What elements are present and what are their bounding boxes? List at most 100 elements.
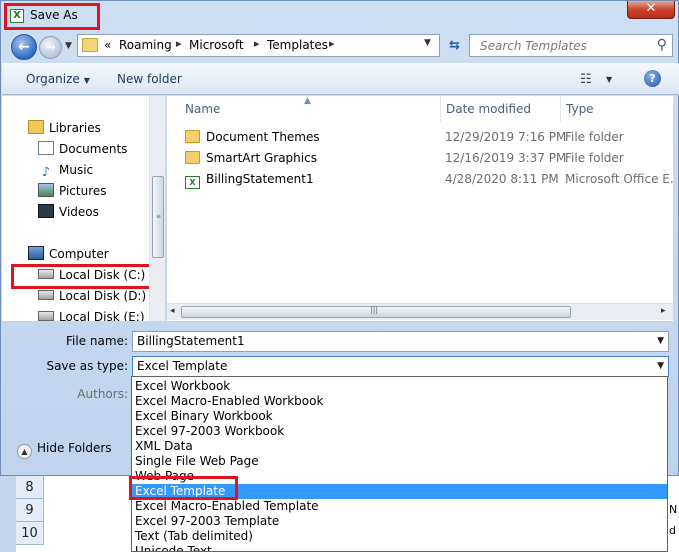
- close-button[interactable]: ✕: [627, 1, 675, 19]
- column-header-name[interactable]: Name: [185, 96, 220, 122]
- save-type-option[interactable]: Excel Binary Workbook: [132, 409, 667, 424]
- nav-item-videos[interactable]: Videos: [38, 202, 99, 222]
- file-row[interactable]: X BillingStatement1 4/28/2020 8:11 PM Mic…: [167, 169, 673, 190]
- chevron-down-icon[interactable]: ▼: [657, 332, 664, 351]
- refresh-button[interactable]: ⇆: [442, 34, 467, 57]
- file-name-text: Document Themes: [206, 130, 320, 144]
- column-divider[interactable]: [440, 96, 441, 122]
- horizontal-scroll-thumb[interactable]: |||: [181, 305, 571, 318]
- file-row[interactable]: Document Themes 12/29/2019 7:16 PM File …: [167, 127, 673, 148]
- nav-label: Music: [59, 163, 94, 177]
- search-input[interactable]: Search Templates ⚲: [469, 34, 673, 57]
- nav-item-computer[interactable]: Computer: [28, 244, 109, 264]
- row-header-10[interactable]: 10: [16, 522, 44, 545]
- new-folder-button[interactable]: New folder: [117, 72, 182, 86]
- nav-scrollbar[interactable]: ≡: [149, 96, 165, 321]
- save-type-label: Save as type:: [46, 359, 128, 373]
- recent-pages-dropdown[interactable]: ▼: [65, 41, 72, 51]
- excel-file-icon: X: [185, 176, 200, 189]
- save-type-option[interactable]: Single File Web Page: [132, 454, 667, 469]
- save-type-option[interactable]: Excel Macro-Enabled Template: [132, 499, 667, 514]
- file-date: 12/29/2019 7:16 PM: [445, 130, 567, 144]
- chevron-right-icon[interactable]: ▸: [254, 37, 260, 50]
- sort-arrow-icon: ▲: [304, 96, 311, 106]
- save-type-option[interactable]: Unicode Text: [132, 544, 667, 551]
- file-date: 12/16/2019 3:37 PM: [445, 151, 567, 165]
- nav-item-local-disk-d[interactable]: Local Disk (D:): [38, 286, 146, 306]
- column-divider[interactable]: [560, 96, 561, 122]
- arrow-left-icon: ←: [18, 39, 30, 55]
- nav-label: Local Disk (E:): [59, 310, 145, 321]
- save-type-value: Excel Template: [137, 359, 228, 373]
- nav-item-pictures[interactable]: Pictures: [38, 181, 107, 201]
- save-type-dropdown-list[interactable]: Excel Workbook Excel Macro-Enabled Workbo…: [131, 376, 668, 552]
- scroll-left-icon[interactable]: ◂: [170, 306, 175, 316]
- row-header-9[interactable]: 9: [16, 499, 44, 522]
- column-header-type[interactable]: Type: [566, 96, 594, 122]
- chevron-down-icon[interactable]: ▼: [657, 357, 664, 376]
- search-icon[interactable]: ⚲: [657, 37, 667, 53]
- nav-scroll-thumb[interactable]: ≡: [152, 176, 164, 258]
- file-name-value: BillingStatement1: [137, 334, 245, 348]
- sheet-cell-text: N: [669, 503, 678, 516]
- navigation-pane[interactable]: Libraries Documents ♪ Music Pictures Vide…: [2, 96, 165, 321]
- file-row[interactable]: SmartArt Graphics 12/16/2019 3:37 PM Fil…: [167, 148, 673, 169]
- breadcrumb-templates[interactable]: Templates: [267, 38, 328, 52]
- title-highlight-box: [4, 3, 100, 30]
- chevron-down-icon[interactable]: ▼: [606, 75, 612, 84]
- local-disk-icon: [38, 311, 54, 321]
- excel-template-highlight-box: [129, 476, 238, 500]
- chevron-right-icon[interactable]: ▸: [176, 37, 182, 50]
- forward-button[interactable]: →: [39, 36, 62, 59]
- chevron-down-icon: ▼: [83, 76, 90, 85]
- arrow-right-icon: →: [45, 40, 56, 54]
- save-type-option[interactable]: Excel Workbook: [132, 379, 667, 394]
- save-type-option[interactable]: Excel Macro-Enabled Workbook: [132, 394, 667, 409]
- grip-icon: |||: [370, 305, 379, 314]
- breadcrumb-roaming[interactable]: Roaming: [119, 38, 172, 52]
- save-type-option[interactable]: Excel 97-2003 Workbook: [132, 424, 667, 439]
- organize-button[interactable]: Organize ▼: [26, 72, 90, 86]
- local-disk-highlight-box: [11, 264, 154, 289]
- save-type-select[interactable]: Excel Template ▼: [132, 356, 669, 377]
- grip-icon: ≡: [156, 213, 162, 220]
- chevron-right-icon[interactable]: ▸: [329, 37, 335, 50]
- local-disk-icon: [38, 290, 54, 300]
- views-icon[interactable]: ☷: [580, 72, 592, 87]
- file-name-field[interactable]: BillingStatement1 ▼: [132, 331, 669, 352]
- help-icon[interactable]: ?: [644, 70, 661, 87]
- file-name-text: BillingStatement1: [206, 172, 314, 186]
- hide-folders-button[interactable]: ▲ Hide Folders: [17, 441, 112, 459]
- file-list[interactable]: Name ▲ Date modified Type Document Theme…: [167, 96, 673, 321]
- save-type-option[interactable]: XML Data: [132, 439, 667, 454]
- back-button[interactable]: ←: [11, 34, 37, 60]
- nav-item-libraries[interactable]: Libraries: [28, 118, 101, 138]
- nav-item-music[interactable]: ♪ Music: [38, 160, 93, 180]
- breadcrumb-overflow[interactable]: «: [104, 38, 111, 52]
- row-header-8[interactable]: 8: [16, 476, 44, 499]
- file-name-text: SmartArt Graphics: [206, 151, 317, 165]
- folder-icon: [185, 151, 200, 164]
- videos-icon: [38, 204, 54, 218]
- file-type: File folder: [565, 130, 624, 144]
- authors-label: Authors:: [77, 387, 128, 401]
- command-toolbar: Organize ▼ New folder ☷ ▼ ?: [2, 63, 679, 95]
- save-type-option[interactable]: Excel 97-2003 Template: [132, 514, 667, 529]
- horizontal-scrollbar[interactable]: ◂ ||| ▸: [167, 303, 673, 320]
- title-bar[interactable]: X Save As ✕: [1, 1, 679, 31]
- address-bar[interactable]: « Roaming ▸ Microsoft ▸ Templates ▸ ▼: [77, 34, 440, 57]
- refresh-icon: ⇆: [449, 38, 460, 53]
- file-name-label: File name:: [66, 334, 128, 348]
- scroll-right-icon[interactable]: ▸: [661, 306, 666, 316]
- chevron-down-icon[interactable]: ▼: [424, 38, 431, 48]
- column-header-date[interactable]: Date modified: [446, 96, 531, 122]
- save-type-option[interactable]: Text (Tab delimited): [132, 529, 667, 544]
- music-icon: ♪: [41, 165, 51, 180]
- sheet-cell-text: d: [669, 524, 676, 537]
- breadcrumb-microsoft[interactable]: Microsoft: [189, 38, 244, 52]
- nav-item-documents[interactable]: Documents: [38, 139, 127, 159]
- nav-item-local-disk-e[interactable]: Local Disk (E:): [38, 307, 145, 321]
- chevron-down-icon: ▼: [65, 41, 72, 51]
- file-name: SmartArt Graphics: [185, 148, 317, 169]
- nav-label: Documents: [59, 142, 128, 156]
